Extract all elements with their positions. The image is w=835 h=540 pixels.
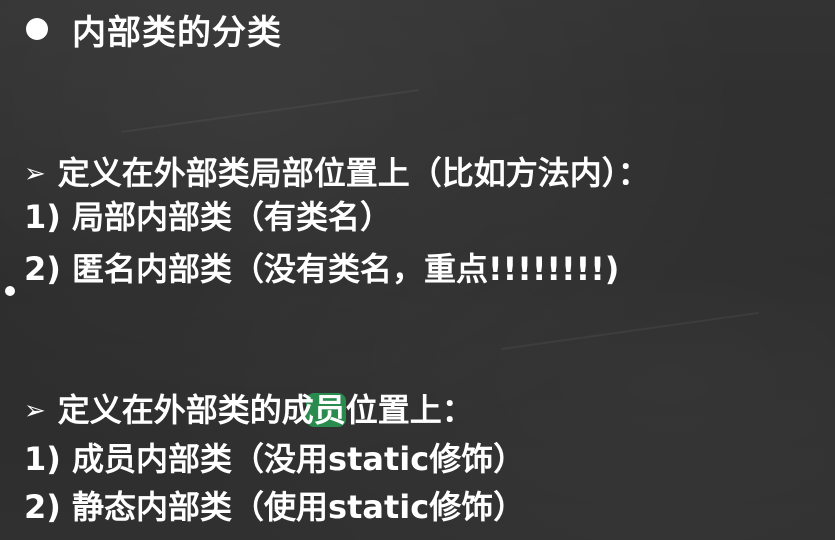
section-2-heading-text: 定义在外部类的成员位置上： bbox=[57, 391, 474, 429]
chalkboard-slide: 内部类的分类 ➢ 定义在外部类局部位置上（比如方法内）： 1) 局部内部类（有类名… bbox=[0, 0, 835, 540]
pointer-dot-icon bbox=[5, 286, 15, 296]
slide-title-row: 内部类的分类 bbox=[26, 4, 282, 54]
chalk-scratch bbox=[501, 311, 759, 351]
section-1-item-2: 2) 匿名内部类（没有类名，重点!!!!!!!!) bbox=[24, 250, 620, 288]
title-bullet-icon bbox=[26, 18, 48, 40]
section-2-heading: ➢ 定义在外部类的成员位置上： bbox=[24, 389, 474, 432]
section-2-item-1: 1) 成员内部类（没用static修饰） bbox=[24, 440, 526, 478]
section-1-item-1: 1) 局部内部类（有类名） bbox=[24, 198, 393, 236]
section-1-heading-text: 定义在外部类局部位置上（比如方法内）： bbox=[57, 154, 650, 192]
slide-title: 内部类的分类 bbox=[72, 12, 282, 53]
section-1-heading: ➢ 定义在外部类局部位置上（比如方法内）： bbox=[24, 152, 650, 195]
arrowhead-right-icon: ➢ bbox=[24, 159, 46, 189]
arrowhead-right-icon: ➢ bbox=[24, 396, 46, 426]
chalk-scratch bbox=[121, 89, 419, 133]
section-2-item-2: 2) 静态内部类（使用static修饰） bbox=[24, 488, 526, 526]
